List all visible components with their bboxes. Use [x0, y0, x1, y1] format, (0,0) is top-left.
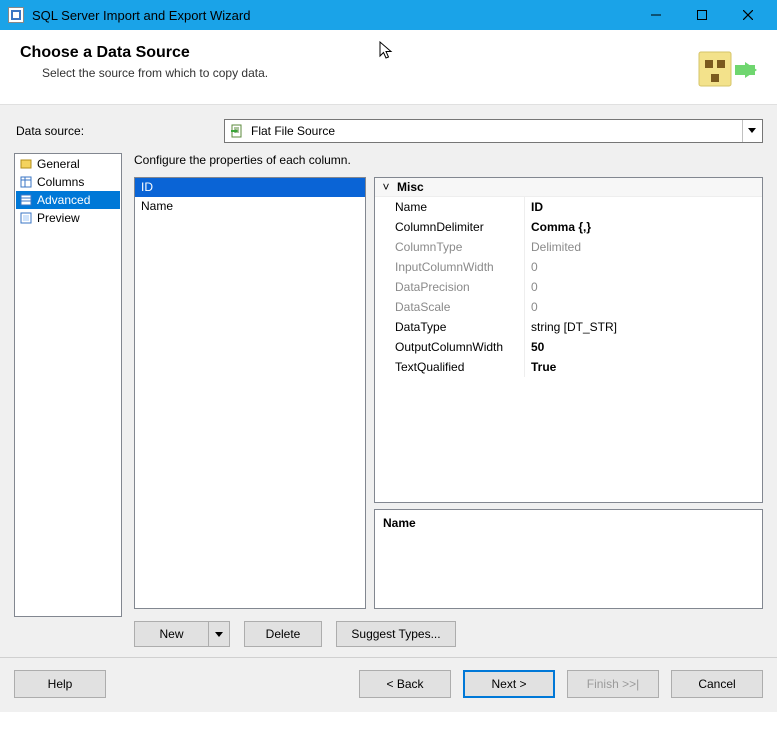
page-nav-list[interactable]: General Columns Advanced Preview — [14, 153, 122, 617]
property-description-pane: Name — [374, 509, 763, 609]
column-list-item[interactable]: Name — [135, 197, 365, 216]
data-source-label: Data source: — [14, 124, 214, 138]
window-title: SQL Server Import and Export Wizard — [32, 8, 250, 23]
new-column-dropdown[interactable] — [208, 621, 230, 647]
instruction-text: Configure the properties of each column. — [134, 153, 763, 167]
nav-item-advanced[interactable]: Advanced — [16, 191, 120, 209]
data-source-selected: Flat File Source — [251, 124, 742, 138]
maximize-button[interactable] — [679, 0, 725, 30]
page-title: Choose a Data Source — [20, 44, 697, 62]
general-icon — [19, 157, 33, 171]
preview-icon — [19, 211, 33, 225]
nav-label: Columns — [37, 174, 84, 190]
chevron-down-icon — [742, 120, 760, 142]
nav-label: Preview — [37, 210, 80, 226]
chevron-down-icon: ˅ — [379, 180, 393, 194]
advanced-icon — [19, 193, 33, 207]
column-name-list[interactable]: ID Name — [134, 177, 366, 609]
property-row: InputColumnWidth0 — [375, 257, 762, 277]
property-row: DataPrecision0 — [375, 277, 762, 297]
titlebar: SQL Server Import and Export Wizard — [0, 0, 777, 30]
nav-item-preview[interactable]: Preview — [16, 209, 120, 227]
page-subtitle: Select the source from which to copy dat… — [42, 66, 697, 80]
nav-item-columns[interactable]: Columns — [16, 173, 120, 191]
column-list-item[interactable]: ID — [135, 178, 365, 197]
wizard-content: Data source: Flat File Source General Co… — [0, 105, 777, 657]
delete-column-button[interactable]: Delete — [244, 621, 322, 647]
data-source-dropdown[interactable]: Flat File Source — [224, 119, 763, 143]
new-column-split-button: New — [134, 621, 230, 647]
minimize-button[interactable] — [633, 0, 679, 30]
finish-button[interactable]: Finish >>| — [567, 670, 659, 698]
wizard-footer: Help < Back Next > Finish >>| Cancel — [0, 657, 777, 712]
wizard-header: Choose a Data Source Select the source f… — [0, 30, 777, 105]
property-row: DataScale0 — [375, 297, 762, 317]
help-button[interactable]: Help — [14, 670, 106, 698]
close-button[interactable] — [725, 0, 771, 30]
suggest-types-button[interactable]: Suggest Types... — [336, 621, 456, 647]
property-category[interactable]: ˅ Misc — [375, 178, 762, 197]
property-row: TextQualifiedTrue — [375, 357, 762, 377]
new-column-button[interactable]: New — [134, 621, 208, 647]
nav-label: Advanced — [37, 192, 90, 208]
category-label: Misc — [397, 180, 424, 194]
flat-file-icon — [229, 123, 245, 139]
next-button[interactable]: Next > — [463, 670, 555, 698]
property-row: OutputColumnWidth50 — [375, 337, 762, 357]
back-button[interactable]: < Back — [359, 670, 451, 698]
wizard-banner-icon — [697, 44, 757, 94]
property-row: DataTypestring [DT_STR] — [375, 317, 762, 337]
property-row: NameID — [375, 197, 762, 217]
nav-label: General — [37, 156, 80, 172]
property-grid[interactable]: ˅ Misc NameID ColumnDelimiterComma {,} C… — [374, 177, 763, 503]
cancel-button[interactable]: Cancel — [671, 670, 763, 698]
property-row: ColumnDelimiterComma {,} — [375, 217, 762, 237]
nav-item-general[interactable]: General — [16, 155, 120, 173]
property-description-title: Name — [383, 516, 754, 530]
columns-icon — [19, 175, 33, 189]
app-icon — [8, 7, 24, 23]
property-row: ColumnTypeDelimited — [375, 237, 762, 257]
